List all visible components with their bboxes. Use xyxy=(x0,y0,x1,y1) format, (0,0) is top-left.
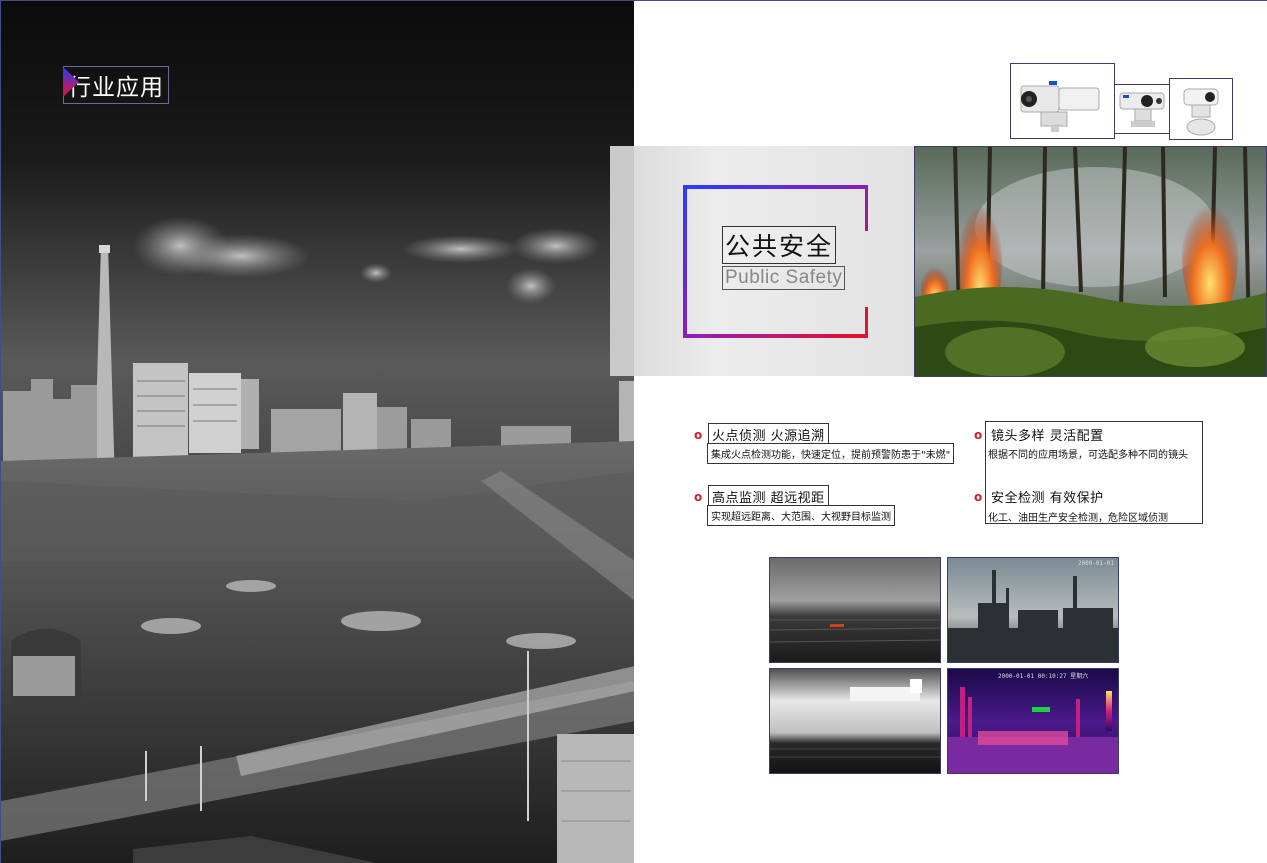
thermal-horizon-image xyxy=(770,558,940,662)
bullet-icon: o xyxy=(694,489,703,504)
thermal-thumb-color: 2000-01-01 00:10:27 星期六 xyxy=(947,668,1119,774)
section-marker-icon xyxy=(63,67,79,97)
industrial-plant-image xyxy=(948,558,1118,662)
bullet-icon: o xyxy=(974,427,983,442)
feature-3-title: 镜头多样 灵活配置 xyxy=(991,429,1104,444)
thermal-factory-image xyxy=(770,669,940,773)
feature-4-desc: 化工、油田生产安全检测，危险区域侦测 xyxy=(988,513,1168,524)
cover-photo-panel: 行业应用 xyxy=(0,0,634,863)
forest-fire-photo xyxy=(914,146,1267,377)
bullet-icon: o xyxy=(974,489,983,504)
product-image-ptz-camera xyxy=(1010,63,1115,139)
product-image-bispectral-camera xyxy=(1114,84,1170,134)
thermal-color-image xyxy=(948,669,1118,773)
visible-thumb-industrial: 2000-01-01 xyxy=(947,557,1119,663)
feature-3-heading: o 镜头多样 灵活配置 xyxy=(974,424,1107,445)
banner-title-cn: 公共安全 xyxy=(722,226,837,264)
timestamp-label: 2000-01-01 xyxy=(1077,560,1114,567)
feature-4-title: 安全检测 有效保护 xyxy=(991,491,1104,506)
forest-fire-image xyxy=(915,147,1266,376)
dome-camera-icon xyxy=(1183,88,1219,136)
bullet-icon: o xyxy=(694,427,703,442)
feature-3-desc: 根据不同的应用场景，可选配多种不同的镜头 xyxy=(988,450,1188,461)
ptz-camera-icon xyxy=(1020,81,1100,132)
feature-4-heading: o 安全检测 有效保护 xyxy=(974,486,1107,507)
feature-2-desc: 实现超远距离、大范围、大视野目标监测 xyxy=(707,505,895,526)
section-header: 行业应用 xyxy=(63,66,169,104)
timestamp-label: 2000-01-01 00:10:27 星期六 xyxy=(998,673,1089,680)
banner-title-en: Public Safety xyxy=(722,266,846,290)
feature-1-desc: 集成火点检测功能，快速定位，提前预警防患于"未燃" xyxy=(707,443,955,464)
banner-tab xyxy=(610,146,634,376)
thermal-thumb-horizon xyxy=(769,557,941,663)
thermal-thumb-factory xyxy=(769,668,941,774)
bispectral-camera-icon xyxy=(1119,92,1165,127)
infrared-city-photo xyxy=(1,216,634,863)
product-image-dome-camera xyxy=(1169,78,1233,140)
